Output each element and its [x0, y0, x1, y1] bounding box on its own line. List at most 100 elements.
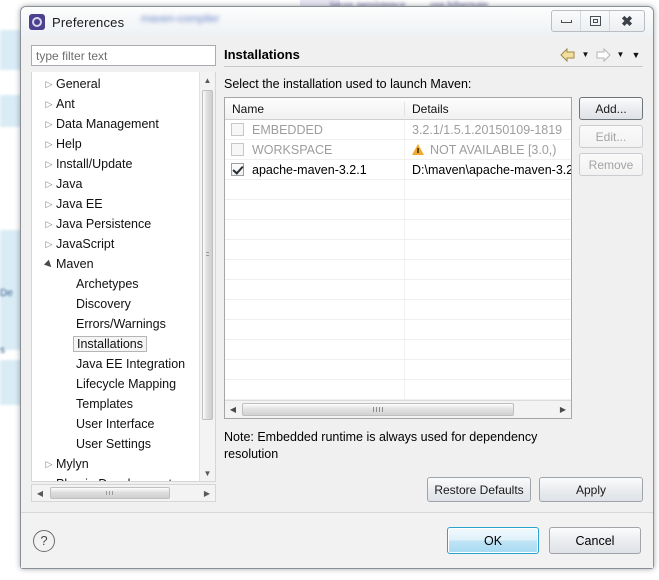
tree-item-label: Templates: [76, 397, 133, 411]
preferences-tree[interactable]: ▷ General ▷ Ant ▷ Data Management ▷ Help ▷ Instal…: [31, 72, 216, 482]
tree-item[interactable]: ▷ Java EE: [32, 194, 199, 214]
tree-item[interactable]: ▷ Java Persistence: [32, 214, 199, 234]
close-button[interactable]: ✖: [610, 11, 644, 31]
table-row[interactable]: apache-maven-3.2.1 D:\maven\apache-maven-…: [225, 160, 571, 180]
chevron-down-icon[interactable]: ▶: [41, 256, 57, 272]
installation-details: 3.2.1/1.5.1.20150109-1819: [412, 122, 563, 137]
tree-item-label: Discovery: [76, 297, 131, 311]
installation-checkbox[interactable]: [231, 163, 244, 176]
tree-item-label: Install/Update: [56, 157, 133, 171]
tree-item[interactable]: Archetypes: [32, 274, 199, 294]
column-header-name[interactable]: Name: [225, 101, 405, 116]
back-menu-chevron-down-icon[interactable]: ▼: [580, 47, 591, 63]
table-cell-name: EMBEDDED: [225, 120, 405, 139]
installations-table[interactable]: Name Details EMBEDDED 3.2.1/1.5.1.2015010…: [224, 97, 572, 419]
table-horizontal-scrollbar[interactable]: ◀ ▶: [225, 400, 571, 418]
tree-item[interactable]: ▷ Data Management: [32, 114, 199, 134]
chevron-right-icon[interactable]: ▷: [42, 199, 56, 209]
tree-vertical-scrollbar[interactable]: ▲ ▼: [199, 72, 215, 481]
tree-item[interactable]: Installations: [32, 334, 199, 354]
forward-arrow-icon: [594, 47, 612, 63]
tree-item[interactable]: ▷ Mylyn: [32, 454, 199, 474]
dialog-titlebar[interactable]: Preferences maven-compiler ✖: [21, 7, 653, 37]
page-title: Installations: [224, 47, 300, 62]
installation-checkbox[interactable]: [231, 143, 244, 156]
tree-item-label: Help: [56, 137, 82, 151]
tree-horizontal-scroll-thumb[interactable]: [50, 487, 170, 499]
table-body: EMBEDDED 3.2.1/1.5.1.20150109-1819 WORKSPA…: [225, 120, 571, 400]
tree-horizontal-scrollbar[interactable]: ◀ ▶: [31, 484, 216, 502]
tree-item[interactable]: Errors/Warnings: [32, 314, 199, 334]
tree-item-label: Java EE Integration: [76, 357, 186, 371]
chevron-right-icon[interactable]: ▷: [42, 239, 56, 249]
tree-item-label: Maven: [56, 257, 94, 271]
table-empty-row: [225, 220, 571, 240]
table-header: Name Details: [225, 98, 571, 120]
tree-item[interactable]: Java EE Integration: [32, 354, 199, 374]
minimize-button[interactable]: [552, 11, 581, 31]
table-scroll-left-icon[interactable]: ◀: [225, 405, 241, 414]
tree-item-label: Installations: [73, 336, 148, 352]
installation-name: WORKSPACE: [252, 142, 333, 157]
background-left-strip-1: [0, 30, 22, 70]
tree-item-label: Lifecycle Mapping: [76, 377, 177, 391]
tree-item[interactable]: ▷ JavaScript: [32, 234, 199, 254]
installation-actions: Add... Edit... Remove: [579, 97, 643, 176]
table-scroll-right-icon[interactable]: ▶: [555, 405, 571, 414]
table-row[interactable]: EMBEDDED 3.2.1/1.5.1.20150109-1819: [225, 120, 571, 140]
scroll-up-icon[interactable]: ▲: [200, 72, 215, 88]
column-header-details[interactable]: Details: [405, 102, 571, 116]
page-header: Installations ▼ ▼ ▼: [224, 45, 643, 67]
chevron-right-icon[interactable]: ▷: [42, 219, 56, 229]
tree-item[interactable]: User Settings: [32, 434, 199, 454]
maximize-icon: [589, 16, 601, 26]
tree-item[interactable]: ▷ Help: [32, 134, 199, 154]
maximize-button[interactable]: [581, 11, 610, 31]
preferences-icon: [29, 14, 45, 30]
scroll-left-icon[interactable]: ◀: [32, 489, 48, 498]
tree-item[interactable]: ▷ General: [32, 74, 199, 94]
installation-checkbox[interactable]: [231, 123, 244, 136]
chevron-right-icon[interactable]: ▷: [42, 119, 56, 129]
table-cell-name: apache-maven-3.2.1: [225, 160, 405, 179]
chevron-right-icon[interactable]: ▷: [42, 159, 56, 169]
chevron-right-icon[interactable]: ▷: [42, 179, 56, 189]
minimize-icon: [560, 19, 572, 23]
tree-item[interactable]: ▷Plug-in Development: [32, 474, 199, 481]
back-arrow-icon[interactable]: [559, 47, 577, 63]
add-button[interactable]: Add...: [579, 97, 643, 120]
apply-button[interactable]: Apply: [539, 477, 643, 502]
tree-item[interactable]: ▷ Java: [32, 174, 199, 194]
chevron-right-icon[interactable]: ▷: [42, 79, 56, 89]
cancel-button[interactable]: Cancel: [549, 527, 641, 554]
chevron-right-icon[interactable]: ▷: [42, 459, 56, 469]
table-row[interactable]: WORKSPACE NOT AVAILABLE [3.0,): [225, 140, 571, 160]
restore-defaults-button[interactable]: Restore Defaults: [427, 477, 531, 502]
tree-item[interactable]: Lifecycle Mapping: [32, 374, 199, 394]
chevron-right-icon[interactable]: ▷: [42, 139, 56, 149]
tree-item[interactable]: ▶ Maven: [32, 254, 199, 274]
help-icon[interactable]: ?: [33, 529, 55, 552]
scroll-down-icon[interactable]: ▼: [200, 465, 215, 481]
table-empty-row: [225, 260, 571, 280]
tree-node-list: ▷ General ▷ Ant ▷ Data Management ▷ Help ▷ Instal…: [32, 72, 199, 481]
scroll-right-icon[interactable]: ▶: [199, 489, 215, 498]
table-horizontal-scroll-thumb[interactable]: [242, 403, 514, 416]
ok-button[interactable]: OK: [447, 527, 539, 554]
edit-button: Edit...: [579, 125, 643, 148]
tree-vertical-scroll-thumb[interactable]: [202, 90, 213, 420]
tree-item[interactable]: Templates: [32, 394, 199, 414]
installation-name: apache-maven-3.2.1: [252, 162, 367, 177]
filter-input[interactable]: type filter text: [31, 45, 216, 66]
tree-item[interactable]: Discovery: [32, 294, 199, 314]
filter-placeholder: type filter text: [36, 48, 108, 63]
page-navigation: ▼ ▼ ▼: [559, 47, 643, 63]
chevron-right-icon[interactable]: ▷: [42, 99, 56, 109]
view-menu-icon[interactable]: ▼: [629, 47, 643, 63]
chevron-right-icon[interactable]: ▷: [42, 479, 56, 481]
forward-menu-chevron-down-icon[interactable]: ▼: [615, 47, 626, 63]
table-empty-row: [225, 280, 571, 300]
tree-item[interactable]: ▷ Ant: [32, 94, 199, 114]
tree-item[interactable]: User Interface: [32, 414, 199, 434]
tree-item[interactable]: ▷ Install/Update: [32, 154, 199, 174]
